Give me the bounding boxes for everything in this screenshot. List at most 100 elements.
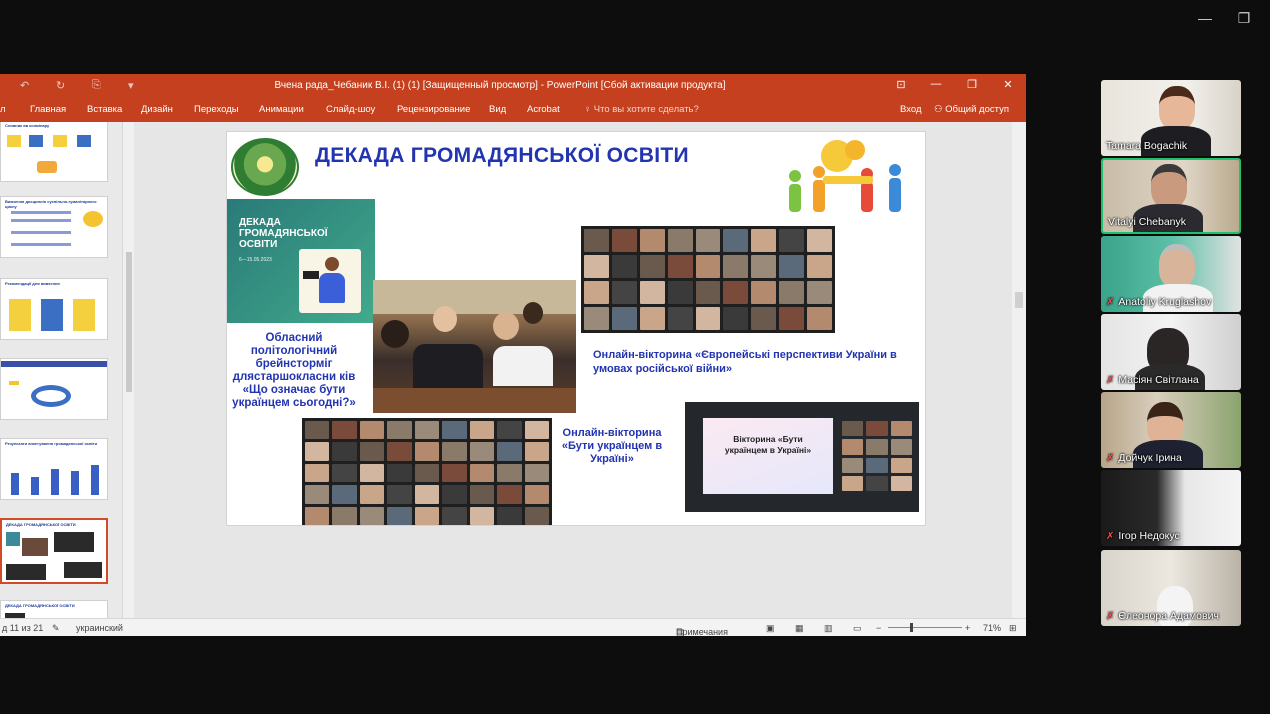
ribbon-display-options-button[interactable]: ⊡ [891,78,911,91]
participant-tile[interactable]: ✗ Anatoliy Kruglashov [1101,236,1241,312]
current-slide[interactable]: ДЕКАДА ГРОМАДЯНСЬКОЇ ОСВІТИ ДЕКАДА ГРОМА [226,131,926,526]
slideshow-icon[interactable]: ▭ [853,623,862,634]
university-emblem-logo [231,138,299,196]
slide-scrollbar[interactable] [1012,122,1026,618]
tell-me-search[interactable]: ♀ Что вы хотите сделать? [584,104,699,115]
video-thumbnail [667,307,693,330]
video-thumbnail [469,485,495,504]
zoom-level[interactable]: 71% [983,623,1001,633]
tab-acrobat[interactable]: Acrobat [527,104,560,115]
slide-thumbnail[interactable]: ДЕКАДА ГРОМАДЯНСЬКОЇ ОСВІТИ [0,600,108,618]
tab-slideshow[interactable]: Слайд-шоу [326,104,375,115]
tab-insert[interactable]: Вставка [87,104,122,115]
notes-label: Примечания [676,627,728,636]
participant-tile[interactable]: ✗ Дойчук Ірина [1101,392,1241,468]
video-thumbnail [359,506,385,525]
ppt-window-title: Вчена рада_Чебаник В.І. (1) (1) [Защищен… [274,80,726,91]
participant-tile-active-speaker[interactable]: Vitalyi Chebanyk [1101,158,1241,234]
participant-tile[interactable]: Tamara Bogachik [1101,80,1241,156]
slide-thumbnail-active[interactable]: ДЕКАДА ГРОМАДЯНСЬКОЇ ОСВІТИ [0,518,108,584]
zoom-in-icon[interactable]: + [965,623,970,633]
fit-slide-icon[interactable]: ⊞ [1009,623,1017,634]
ppt-restore-button[interactable]: ❐ [962,78,982,91]
zoom-out-icon[interactable]: − [876,623,881,633]
spellcheck-icon[interactable]: ✎ [52,623,60,634]
video-thumbnail [890,475,912,491]
participant-tile[interactable]: ✗ Ігор Недокус [1101,470,1241,546]
video-thumbnail [442,463,467,483]
thumbnail-title: Словник вв ксимінару [5,123,50,128]
video-thumbnail [866,421,888,437]
slide-editing-area: ДЕКАДА ГРОМАДЯНСЬКОЇ ОСВІТИ ДЕКАДА ГРОМА [136,122,1012,618]
participant-name-text: Дойчук Ірина [1118,452,1182,464]
video-thumbnail [723,229,749,252]
language-indicator[interactable]: украинский [76,623,123,633]
scrollbar-thumb[interactable] [126,252,132,392]
video-thumbnail [751,255,777,278]
muted-mic-icon: ✗ [1106,531,1115,542]
window-minimize-button[interactable]: — [1193,8,1217,28]
participant-name: Vitalyi Chebanyk [1103,214,1239,230]
thumbnail-title: ДЕКАДА ГРОМАДЯНСЬКОЇ ОСВІТИ [6,522,76,527]
share-button[interactable]: ⚇ Общий доступ [934,104,1009,115]
slide-thumbnail[interactable]: Результати анкетування громадянської осв… [0,438,108,500]
video-thumbnail [639,307,665,330]
video-thumbnail [807,281,832,304]
participant-name: Tamara Bogachik [1101,138,1241,154]
ppt-close-button[interactable]: ✕ [998,78,1018,91]
tab-home[interactable]: Главная [30,104,66,115]
video-thumbnail [842,439,864,455]
slide-thumbnail[interactable]: Рекомендації для вивчення [0,278,108,340]
video-thumbnail [611,307,637,330]
slide-sorter-icon[interactable]: ▦ [795,623,804,634]
video-thumbnail [584,255,609,278]
video-thumbnail [866,439,888,455]
scrollbar-thumb[interactable] [1015,292,1023,308]
tab-transitions[interactable]: Переходы [194,104,239,115]
video-thumbnail [497,463,522,483]
video-thumbnail [524,442,549,461]
slide-thumbnail[interactable] [0,358,108,420]
quiz-card-title: Вікторина «Бути українцем в Україні» [724,434,812,455]
zoom-slider[interactable] [888,627,962,628]
thumbnails-scrollbar[interactable] [122,122,134,618]
video-thumbnail [442,506,467,525]
video-thumbnail [442,421,467,440]
reading-view-icon[interactable]: ▥ [824,623,833,634]
video-thumbnail [611,229,637,252]
video-thumbnail [332,506,357,525]
window-restore-button[interactable]: ❐ [1232,8,1256,28]
ppt-titlebar: ↶ ↻ ⎘ ▾ Вчена рада_Чебаник В.І. (1) (1) … [0,74,1026,98]
quiz-card-panel [703,418,833,494]
zoom-slider-handle[interactable] [910,623,913,632]
video-thumbnail [584,307,609,330]
video-thumbnail [332,421,357,440]
participant-name: ✗ Масіян Світлана [1101,372,1241,388]
muted-mic-icon: ✗ [1106,375,1115,386]
video-thumbnail [387,442,412,461]
video-thumbnail [332,463,357,483]
muted-mic-icon: ✗ [1106,611,1115,622]
participant-name-text: Anatoliy Kruglashov [1118,296,1212,308]
ppt-minimize-button[interactable]: — [926,78,946,90]
video-thumbnail [695,255,721,278]
tab-review[interactable]: Рецензирование [397,104,470,115]
participant-face [1159,86,1195,130]
slide-thumbnail[interactable]: Вивчення дисциплін суспільно-гуманітарно… [0,196,108,258]
video-thumbnail [305,506,330,525]
participant-name: ✗ Єлеонора Адамович [1101,608,1241,624]
tab-design[interactable]: Дизайн [141,104,173,115]
video-thumbnail [751,229,777,252]
muted-mic-icon: ✗ [1106,453,1115,464]
slide-thumbnail[interactable]: Словник вв ксимінару [0,122,108,182]
tab-view[interactable]: Вид [489,104,506,115]
video-thumbnail [639,281,665,304]
participant-tile[interactable]: ✗ Єлеонора Адамович [1101,550,1241,626]
normal-view-icon[interactable]: ▣ [766,623,775,634]
video-thumbnail [359,485,385,504]
tab-animations[interactable]: Анимации [259,104,304,115]
tab-file[interactable]: л [0,104,6,115]
thumbnail-title: Рекомендації для вивчення [5,281,60,286]
sign-in-link[interactable]: Вход [900,104,922,115]
participant-tile[interactable]: ✗ Масіян Світлана [1101,314,1241,390]
